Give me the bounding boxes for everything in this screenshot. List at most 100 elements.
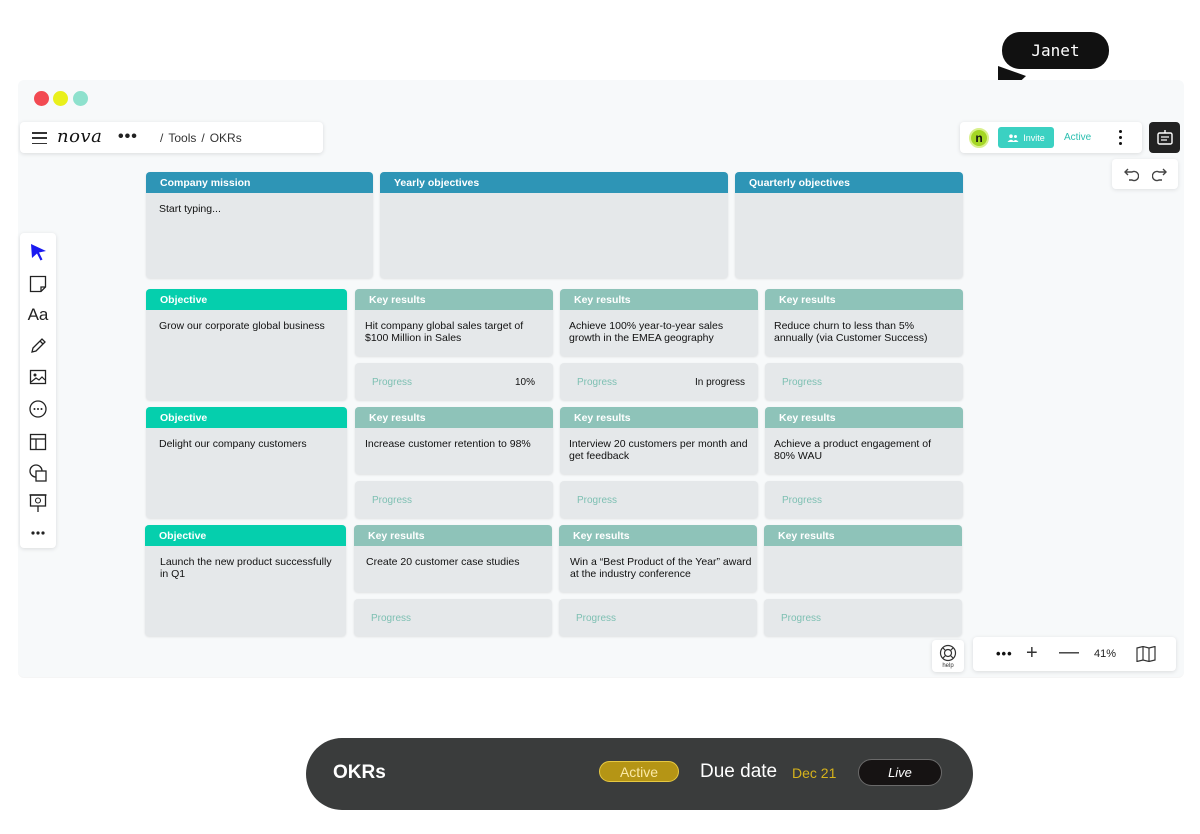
card-header: Key results <box>560 289 758 310</box>
card-text[interactable] <box>735 193 963 203</box>
invite-button[interactable]: Invite <box>998 127 1054 148</box>
key-result-card[interactable]: Key results <box>764 525 962 592</box>
sticky-note-icon[interactable] <box>27 273 49 295</box>
objective-card[interactable]: Objective Grow our corporate global busi… <box>146 289 347 400</box>
progress-label: Progress <box>372 377 413 388</box>
select-arrow-icon[interactable] <box>27 241 49 263</box>
progress-label: Progress <box>782 377 823 388</box>
card-text[interactable]: Launch the new product successfully in Q… <box>145 546 346 580</box>
image-icon[interactable] <box>27 366 49 388</box>
window-maximize-button[interactable] <box>73 91 88 106</box>
key-result-card[interactable]: Key results Create 20 customer case stud… <box>354 525 552 592</box>
help-button[interactable]: help <box>932 640 964 672</box>
objective-card[interactable]: Objective Delight our company customers <box>146 407 347 518</box>
help-icon <box>939 644 957 661</box>
key-result-card[interactable]: Key results Hit company global sales tar… <box>355 289 553 356</box>
key-result-card[interactable]: Key results Win a “Best Product of the Y… <box>559 525 757 592</box>
template-icon[interactable] <box>27 431 49 453</box>
card-header: Objective <box>146 407 347 428</box>
window-minimize-button[interactable] <box>53 91 68 106</box>
card-header: Key results <box>354 525 552 546</box>
zoom-level[interactable]: 41% <box>1094 648 1116 660</box>
card-header: Yearly objectives <box>380 172 728 193</box>
invite-label: Invite <box>1023 132 1045 143</box>
card-text[interactable]: Hit company global sales target of $100 … <box>355 310 553 344</box>
zoom-out-button[interactable]: — <box>1059 641 1079 664</box>
progress-card[interactable]: Progress <box>354 599 552 636</box>
zoom-more-button[interactable]: ••• <box>996 646 1013 661</box>
presentation-icon[interactable] <box>27 492 49 514</box>
card-header: Key results <box>559 525 757 546</box>
breadcrumb-more-button[interactable]: ••• <box>118 128 138 146</box>
card-text[interactable]: Win a “Best Product of the Year” award a… <box>559 546 757 580</box>
status-bar: OKRs Active Due date Dec 21 Live <box>306 738 973 810</box>
key-result-card[interactable]: Key results Achieve a product engagement… <box>765 407 963 474</box>
card-header: Objective <box>146 289 347 310</box>
card-text[interactable]: Achieve 100% year-to-year sales growth i… <box>560 310 758 344</box>
breadcrumb-tools[interactable]: Tools <box>168 131 196 145</box>
card-text[interactable] <box>380 193 728 203</box>
card-text[interactable]: Increase customer retention to 98% <box>355 428 553 450</box>
progress-value[interactable]: 10% <box>515 377 535 388</box>
undo-redo-group <box>1112 159 1178 189</box>
card-header: Key results <box>355 289 553 310</box>
card-text[interactable]: Delight our company customers <box>146 428 347 450</box>
breadcrumb-separator: / <box>160 131 164 145</box>
breadcrumb: / Tools / OKRs <box>160 131 242 145</box>
progress-card[interactable]: Progress <box>560 481 758 518</box>
card-header: Key results <box>764 525 962 546</box>
progress-label: Progress <box>577 495 618 506</box>
yearly-objectives-card[interactable]: Yearly objectives <box>380 172 728 278</box>
more-options-icon[interactable] <box>1115 128 1125 146</box>
user-avatar[interactable]: n <box>969 128 989 148</box>
progress-label: Progress <box>576 613 617 624</box>
quarterly-objectives-card[interactable]: Quarterly objectives <box>735 172 963 278</box>
progress-label: Progress <box>781 613 822 624</box>
live-button[interactable]: Live <box>858 759 942 786</box>
card-text[interactable]: Start typing... <box>146 193 373 215</box>
progress-card[interactable]: Progress <box>355 481 553 518</box>
key-result-card[interactable]: Key results Increase customer retention … <box>355 407 553 474</box>
text-icon[interactable]: Aa <box>27 304 49 326</box>
undo-icon[interactable] <box>1123 166 1139 182</box>
map-icon[interactable] <box>1136 646 1156 662</box>
breadcrumb-separator: / <box>201 131 205 145</box>
progress-card[interactable]: Progress <box>765 363 963 400</box>
key-result-card[interactable]: Key results Achieve 100% year-to-year sa… <box>560 289 758 356</box>
progress-card[interactable]: Progress <box>764 599 962 636</box>
active-status[interactable]: Active <box>1064 132 1091 143</box>
pen-icon[interactable] <box>27 335 49 357</box>
card-text[interactable]: Create 20 customer case studies <box>354 546 552 568</box>
objective-card[interactable]: Objective Launch the new product success… <box>145 525 346 636</box>
window-close-button[interactable] <box>34 91 49 106</box>
board-icon[interactable] <box>1149 122 1180 153</box>
breadcrumb-current[interactable]: OKRs <box>210 131 242 145</box>
progress-card[interactable]: Progress 10% <box>355 363 553 400</box>
card-text[interactable] <box>764 546 962 556</box>
help-label: help <box>942 662 954 669</box>
progress-card[interactable]: Progress In progress <box>560 363 758 400</box>
card-text[interactable]: Grow our corporate global business <box>146 310 347 332</box>
card-header: Key results <box>560 407 758 428</box>
users-icon <box>1007 133 1019 142</box>
zoom-in-button[interactable]: + <box>1026 642 1038 665</box>
more-tools-icon[interactable] <box>27 522 49 544</box>
progress-label: Progress <box>577 377 618 388</box>
card-header: Key results <box>355 407 553 428</box>
card-text[interactable]: Reduce churn to less than 5% annually (v… <box>765 310 963 344</box>
key-result-card[interactable]: Key results Interview 20 customers per m… <box>560 407 758 474</box>
key-result-card[interactable]: Key results Reduce churn to less than 5%… <box>765 289 963 356</box>
progress-value[interactable]: In progress <box>695 377 745 388</box>
shapes-icon[interactable] <box>27 462 49 484</box>
card-text[interactable]: Interview 20 customers per month and get… <box>560 428 758 462</box>
progress-card[interactable]: Progress <box>765 481 963 518</box>
comment-icon[interactable] <box>27 398 49 420</box>
progress-card[interactable]: Progress <box>559 599 757 636</box>
mission-card[interactable]: Company mission Start typing... <box>146 172 373 278</box>
menu-icon[interactable] <box>32 132 47 144</box>
progress-label: Progress <box>371 613 412 624</box>
collab-toolbar: n Invite Active <box>960 122 1142 153</box>
redo-icon[interactable] <box>1151 166 1168 182</box>
card-text[interactable]: Achieve a product engagement of 80% WAU <box>765 428 963 462</box>
top-toolbar: nova ••• / Tools / OKRs <box>20 122 323 153</box>
